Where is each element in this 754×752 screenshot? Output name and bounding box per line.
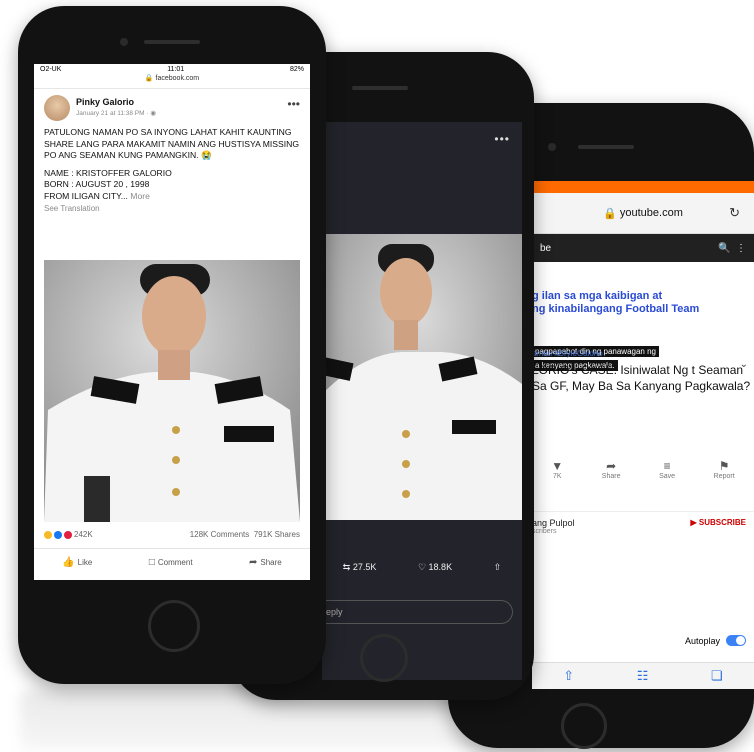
- tweet-actions: ⇆ 27.5K ♡ 18.8K ⇧: [322, 562, 522, 573]
- expand-icon[interactable]: ⌄: [740, 359, 748, 370]
- save-button[interactable]: ≡ Save: [659, 459, 675, 480]
- post-from-line: FROM ILIGAN CITY... More: [44, 190, 150, 201]
- playlist-add-icon: ≡: [663, 459, 671, 473]
- crying-emoji-icon: 😭: [200, 150, 212, 161]
- flag-icon: ⚑: [718, 459, 730, 473]
- earpiece: [144, 40, 200, 44]
- post-name-line: NAME : KRISTOFFER GALORIO: [44, 167, 172, 178]
- see-translation-link[interactable]: See Translation: [44, 203, 300, 215]
- retweet-icon: ⇆: [342, 562, 351, 572]
- avatar[interactable]: [44, 95, 70, 121]
- youtube-header: be 🔍 ⋮: [532, 234, 754, 262]
- more-icon[interactable]: •••: [287, 97, 300, 111]
- hashtags[interactable]: eman #BryleGalorio: [532, 349, 754, 358]
- more-link[interactable]: More: [130, 191, 150, 201]
- share-button[interactable]: ➦ Share: [249, 557, 282, 568]
- reaction-summary[interactable]: 242K: [44, 530, 93, 539]
- post-header: Pinky Galorio January 21 at 11:38 PM · ◉…: [34, 93, 310, 127]
- subscribe-button[interactable]: ▶ SUBSCRIBE: [690, 518, 746, 527]
- channel-row[interactable]: ang Pulpol scribers ▶ SUBSCRIBE: [532, 511, 754, 535]
- post-photo[interactable]: [44, 260, 300, 522]
- clock: 11:01: [167, 65, 185, 73]
- comment-icon: □: [148, 557, 155, 568]
- comment-count[interactable]: 128K Comments: [190, 530, 250, 539]
- front-camera: [120, 38, 128, 46]
- address-bar[interactable]: 🔒 youtube.com ↻: [532, 193, 754, 234]
- carrier: O2-UK: [40, 65, 62, 73]
- tweet-photo: [322, 234, 522, 520]
- home-button[interactable]: [561, 703, 607, 749]
- like-button[interactable]: ♡ 18.8K: [418, 562, 452, 573]
- home-button[interactable]: [148, 600, 200, 652]
- heart-icon: ♡: [417, 562, 427, 572]
- youtube-screen: 🔒 youtube.com ↻ be 🔍 ⋮ g ilan sa mga kai…: [532, 181, 754, 689]
- safari-toolbar: ⇧ ☷ ❏: [532, 662, 754, 689]
- status-bar: O2-UK 11:01 82%: [34, 64, 310, 74]
- post-time: January 21 at 11:38 PM · ◉: [76, 110, 156, 117]
- phone-facebook: O2-UK 11:01 82% 🔒 facebook.com Pinky Gal…: [18, 6, 326, 684]
- lock-icon: 🔒: [603, 207, 620, 220]
- url-text: facebook.com: [155, 75, 200, 82]
- home-button[interactable]: [360, 634, 408, 682]
- lock-icon: 🔒: [144, 75, 154, 82]
- search-icon[interactable]: 🔍: [718, 243, 730, 254]
- post-actions: 👍 Like □ Comment ➦ Share: [34, 548, 310, 568]
- globe-icon: ◉: [150, 110, 156, 117]
- status-bar: [532, 181, 754, 193]
- thumbs-down-icon: ▼: [551, 459, 564, 473]
- share-icon[interactable]: ⇧: [494, 562, 502, 573]
- autoplay-label: Autoplay: [684, 635, 720, 646]
- battery: 82%: [289, 65, 304, 73]
- reply-input[interactable]: eply: [322, 600, 513, 624]
- like-icon: [54, 530, 62, 539]
- twitter-screen: ••• ⇆ 27.5K ♡ 18.8K ⇧ eply: [322, 122, 522, 680]
- report-button[interactable]: ⚑ Report: [714, 459, 735, 480]
- share-icon[interactable]: ⇧: [563, 668, 574, 684]
- bookmarks-icon[interactable]: ☷: [637, 668, 649, 684]
- more-vert-icon[interactable]: ⋮: [736, 243, 746, 254]
- haha-icon: [44, 530, 52, 539]
- share-button[interactable]: ➦ Share: [602, 459, 621, 480]
- url-text: youtube.com: [619, 207, 683, 219]
- front-camera: [548, 143, 556, 151]
- share-arrow-icon: ➦: [606, 459, 617, 473]
- subscriber-count: scribers: [532, 528, 557, 535]
- youtube-logo-text: be: [540, 242, 552, 254]
- retweet-button[interactable]: ⇆ 27.5K: [343, 562, 377, 573]
- comment-button[interactable]: □ Comment: [149, 557, 193, 568]
- author-name[interactable]: Pinky Galorio: [76, 97, 134, 107]
- more-icon[interactable]: •••: [494, 132, 510, 146]
- angry-icon: [64, 530, 72, 539]
- share-arrow-icon: ➦: [249, 557, 258, 568]
- dislike-button[interactable]: ▼ 7K: [551, 459, 563, 480]
- post-body: PATULONG NAMAN PO SA INYONG LAHAT KAHIT …: [34, 127, 310, 214]
- tabs-icon[interactable]: ❏: [711, 668, 723, 684]
- post-stats: 242K 128K Comments 791K Shares: [44, 530, 300, 539]
- earpiece: [578, 145, 634, 149]
- autoplay-row: Autoplay: [685, 635, 746, 646]
- reload-icon[interactable]: ↻: [729, 205, 740, 221]
- share-count[interactable]: 791K Shares: [254, 530, 300, 539]
- video-headline: g ilan sa mga kaibigan at ng kinabilanga…: [532, 290, 700, 315]
- earpiece: [352, 86, 408, 90]
- video-title: LORIO's CASE: Isiniwalat Ng t Seaman Sa …: [532, 363, 751, 393]
- video-meta: eman #BryleGalorio LORIO's CASE: Isiniwa…: [532, 349, 754, 394]
- thumbs-up-icon: 👍: [62, 557, 75, 568]
- autoplay-toggle[interactable]: [726, 635, 746, 646]
- facebook-screen: O2-UK 11:01 82% 🔒 facebook.com Pinky Gal…: [34, 64, 310, 580]
- post-paragraph: PATULONG NAMAN PO SA INYONG LAHAT KAHIT …: [44, 127, 299, 161]
- post-born-line: BORN : AUGUST 20 , 1998: [44, 179, 150, 190]
- like-button[interactable]: 👍 Like: [62, 557, 92, 568]
- address-bar[interactable]: 🔒 facebook.com: [34, 74, 310, 89]
- video-actions: ▼ 7K ➦ Share ≡ Save ⚑ Report: [532, 459, 754, 480]
